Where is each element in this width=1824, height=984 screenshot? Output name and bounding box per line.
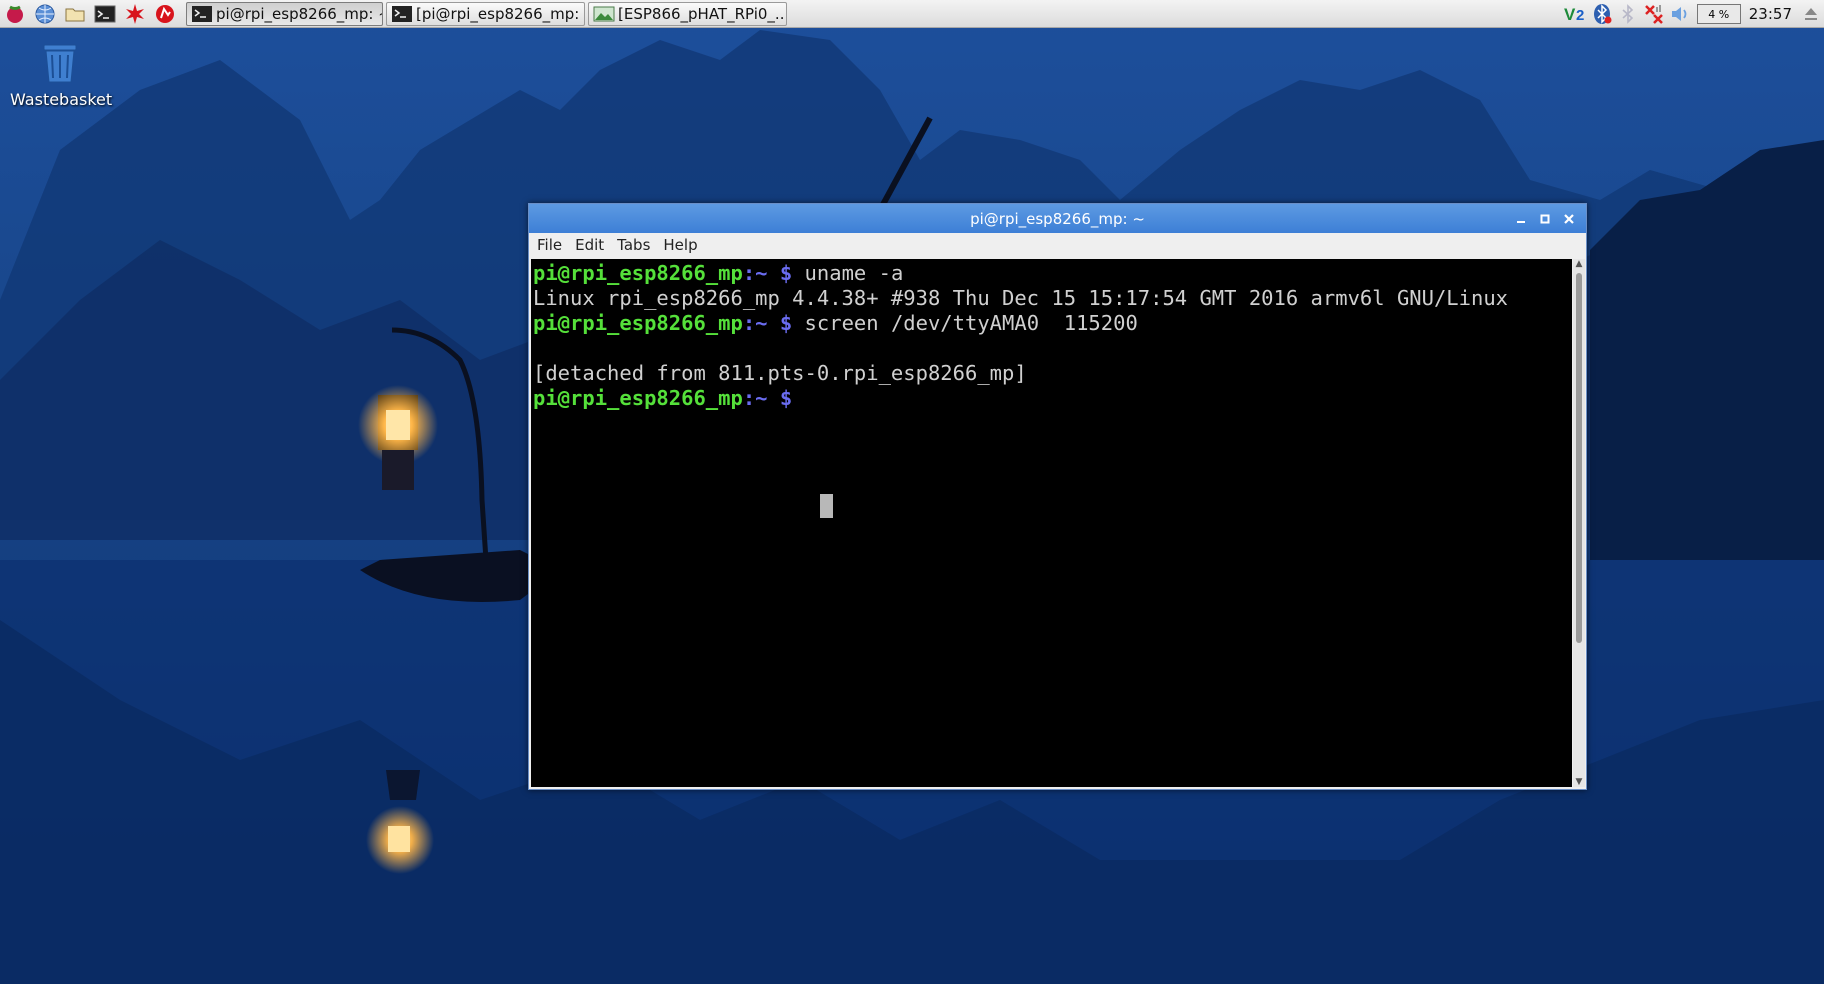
maximize-button[interactable]: [1536, 210, 1554, 227]
raspberry-menu-button[interactable]: [0, 1, 30, 27]
scroll-up-arrow-icon[interactable]: ▲: [1573, 259, 1585, 269]
clock[interactable]: 23:57: [1749, 5, 1792, 23]
mathematica-launcher[interactable]: [120, 1, 150, 27]
vnc-icon: V2: [1564, 5, 1584, 24]
file-manager-icon: [65, 8, 85, 21]
wolfram-launcher[interactable]: [150, 1, 180, 27]
taskbar-label: [ESP866_pHAT_RPi0_...: [618, 4, 787, 23]
prompt-dollar: $: [779, 261, 805, 285]
command-text: screen /dev/ttyAMA0 115200: [804, 311, 1138, 335]
cpu-usage-value: 4 %: [1708, 7, 1730, 21]
cpu-usage-monitor[interactable]: 4 %: [1696, 4, 1741, 24]
menu-bar: File Edit Tabs Help: [529, 233, 1586, 257]
prompt-user: pi@rpi_esp8266_mp: [533, 261, 743, 285]
vnc-tray-button[interactable]: V2: [1563, 1, 1589, 27]
scroll-down-arrow-icon[interactable]: ▼: [1573, 777, 1585, 787]
eject-icon: [1805, 8, 1817, 20]
prompt-path: :~: [742, 311, 780, 335]
svg-text:2: 2: [1576, 7, 1584, 24]
wastebasket-label: Wastebasket: [10, 90, 113, 109]
scrollbar-thumb[interactable]: [1576, 273, 1582, 643]
terminal-line: pi@rpi_esp8266_mp:~ $ screen /dev/ttyAMA…: [533, 311, 1572, 336]
terminal-line: [detached from 811.pts-0.rpi_esp8266_mp]: [533, 361, 1027, 385]
taskbar-label: pi@rpi_esp8266_mp: ~: [216, 4, 383, 23]
trash-icon: [43, 44, 77, 83]
window-titlebar[interactable]: pi@rpi_esp8266_mp: ~: [529, 204, 1586, 233]
window-title: pi@rpi_esp8266_mp: ~: [970, 209, 1145, 228]
close-button[interactable]: [1560, 210, 1578, 227]
wastebasket-desktop-icon[interactable]: Wastebasket: [10, 40, 113, 109]
network-tray-button[interactable]: [1641, 1, 1667, 27]
svg-text:V: V: [1564, 5, 1576, 24]
menu-help[interactable]: Help: [663, 236, 697, 254]
prompt-user: pi@rpi_esp8266_mp: [533, 311, 743, 335]
terminal-window: pi@rpi_esp8266_mp: ~ File Edit Tabs Help…: [528, 203, 1587, 790]
terminal-icon: [192, 5, 212, 22]
menu-edit[interactable]: Edit: [575, 236, 604, 254]
mathematica-icon: [126, 3, 144, 24]
taskbar-button-terminal-2[interactable]: [pi@rpi_esp8266_mp: ...: [386, 1, 585, 26]
bluetooth-off-icon: [1622, 4, 1633, 24]
image-viewer-icon: [593, 6, 615, 21]
vertical-scrollbar[interactable]: ▲ ▼: [1573, 259, 1585, 787]
minimize-icon: [1517, 220, 1525, 223]
prompt-dollar: $: [779, 311, 805, 335]
prompt-path: :~: [742, 386, 780, 410]
taskbar-button-image-viewer[interactable]: [ESP866_pHAT_RPi0_...: [588, 1, 787, 26]
prompt-dollar: $: [779, 386, 805, 410]
terminal-line: Linux rpi_esp8266_mp 4.4.38+ #938 Thu De…: [533, 286, 1509, 310]
network-disconnected-icon: [1644, 5, 1663, 24]
prompt-user: pi@rpi_esp8266_mp: [533, 386, 743, 410]
terminal-icon: [392, 5, 412, 22]
system-tray: V2 4 % 23:57: [1563, 0, 1824, 28]
terminal-line: pi@rpi_esp8266_mp:~ $: [533, 386, 1572, 411]
terminal-launcher[interactable]: [90, 1, 120, 27]
wolfram-icon: [156, 4, 174, 23]
terminal-output[interactable]: pi@rpi_esp8266_mp:~ $ uname -a Linux rpi…: [531, 259, 1572, 787]
web-browser-icon: [35, 4, 55, 23]
taskbar-label: [pi@rpi_esp8266_mp: ...: [416, 4, 585, 23]
bluetooth-icon: [1593, 4, 1612, 24]
eject-tray-button[interactable]: [1798, 1, 1824, 27]
text-cursor: [820, 494, 833, 518]
volume-icon: [1671, 7, 1687, 21]
prompt-path: :~: [742, 261, 780, 285]
bluetooth-off-tray-button[interactable]: [1615, 1, 1641, 27]
minimize-button[interactable]: [1512, 210, 1530, 227]
maximize-icon: [1540, 214, 1550, 223]
volume-tray-button[interactable]: [1667, 1, 1693, 27]
top-panel: pi@rpi_esp8266_mp: ~ [pi@rpi_esp8266_mp:…: [0, 0, 1824, 28]
close-icon: [1564, 213, 1574, 224]
file-manager-launcher[interactable]: [60, 1, 90, 27]
taskbar-button-terminal-1[interactable]: pi@rpi_esp8266_mp: ~: [186, 1, 383, 26]
menu-tabs[interactable]: Tabs: [617, 236, 650, 254]
web-browser-launcher[interactable]: [30, 1, 60, 27]
terminal-icon: [94, 5, 116, 22]
menu-file[interactable]: File: [537, 236, 562, 254]
terminal-line: pi@rpi_esp8266_mp:~ $ uname -a: [533, 261, 1572, 286]
bluetooth-tray-button[interactable]: [1589, 1, 1615, 27]
raspberry-menu-icon: [7, 5, 23, 23]
command-text: uname -a: [804, 261, 904, 285]
